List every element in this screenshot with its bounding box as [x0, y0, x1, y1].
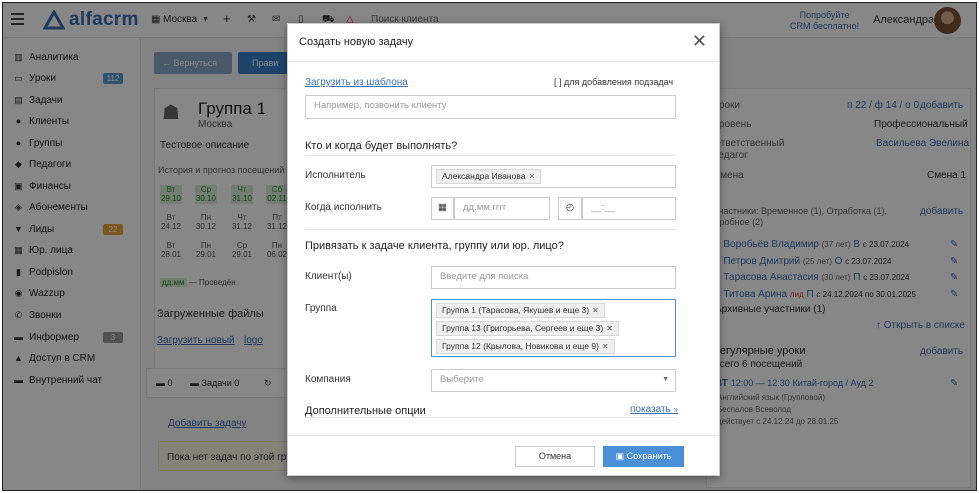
show-options-link[interactable]: показать » — [630, 404, 678, 415]
time-input[interactable]: __:__ — [582, 197, 676, 220]
create-task-modal: Создать новую задачу ✕ Загрузить из шабл… — [287, 23, 720, 476]
chevron-down-icon: ▼ — [662, 376, 669, 383]
save-button[interactable]: ▣ Сохранить — [603, 446, 684, 467]
group-chip: Группа 1 (Тарасова, Якушев и еще 3) ✕ — [436, 303, 605, 318]
executor-chip: Александра Иванова ✕ — [436, 169, 542, 184]
bind-title: Привязать к задаче клиента, группу или ю… — [305, 240, 564, 252]
remove-chip-icon[interactable]: ✕ — [592, 306, 599, 315]
clients-label: Клиент(ы) — [305, 271, 352, 282]
executor-chip-label: Александра Иванова — [442, 171, 526, 181]
executor-label: Исполнитель — [305, 170, 366, 181]
group-chip-label: Группа 1 (Тарасова, Якушев и еще 3) — [442, 305, 590, 315]
remove-chip-icon[interactable]: ✕ — [602, 342, 609, 351]
extra-options-title: Дополнительные опции — [305, 405, 426, 417]
divider — [305, 229, 676, 230]
executor-field[interactable]: Александра Иванова ✕ — [431, 165, 676, 188]
group-chip: Группа 13 (Григорьева, Сергеев и еще 3) ✕ — [436, 321, 619, 336]
calendar-icon[interactable]: ▦ — [431, 197, 454, 220]
company-label: Компания — [305, 374, 351, 385]
who-when-title: Кто и когда будет выполнять? — [305, 140, 458, 152]
remove-chip-icon[interactable]: ✕ — [606, 324, 613, 333]
modal-footer: Отмена ▣ Сохранить — [288, 435, 719, 475]
cancel-button[interactable]: Отмена — [515, 446, 595, 467]
subtask-hint: [ ] для добавления подзадач — [554, 77, 674, 87]
modal-header: Создать новую задачу ✕ — [288, 24, 719, 62]
clients-search-input[interactable]: Введите для поиска — [431, 266, 676, 289]
modal-title: Создать новую задачу — [299, 36, 414, 48]
load-template-link[interactable]: Загрузить из шаблона — [305, 77, 408, 88]
task-text-input[interactable]: Например, позвонить клиенту — [305, 95, 676, 119]
date-input[interactable]: дд.мм.гггг — [454, 197, 550, 220]
save-label: Сохранить — [626, 451, 672, 461]
app-window: alfacrm ▦ Москва ▼ + ⚒ ✉ ▯ ⛟ △ Поиск кли… — [2, 2, 977, 491]
company-placeholder: Выберите — [440, 374, 484, 385]
when-label: Когда исполнить — [305, 202, 382, 213]
divider — [305, 417, 676, 418]
clock-icon[interactable]: ◴ — [558, 197, 582, 220]
remove-chip-icon[interactable]: ✕ — [528, 172, 535, 181]
save-icon: ▣ — [615, 451, 625, 461]
show-options-label: показать — [630, 404, 671, 415]
divider — [305, 155, 676, 156]
group-chip-label: Группа 12 (Крылова, Новикова и еще 9) — [442, 341, 599, 351]
group-label: Группа — [305, 303, 337, 314]
company-select[interactable]: Выберите ▼ — [431, 369, 676, 392]
group-chip-label: Группа 13 (Григорьева, Сергеев и еще 3) — [442, 323, 604, 333]
chevron-double-right-icon: » — [673, 405, 678, 414]
group-select[interactable]: Группа 1 (Тарасова, Якушев и еще 3) ✕ Гру… — [431, 299, 676, 357]
close-icon[interactable]: ✕ — [692, 31, 707, 51]
group-chip: Группа 12 (Крылова, Новикова и еще 9) ✕ — [436, 339, 615, 354]
